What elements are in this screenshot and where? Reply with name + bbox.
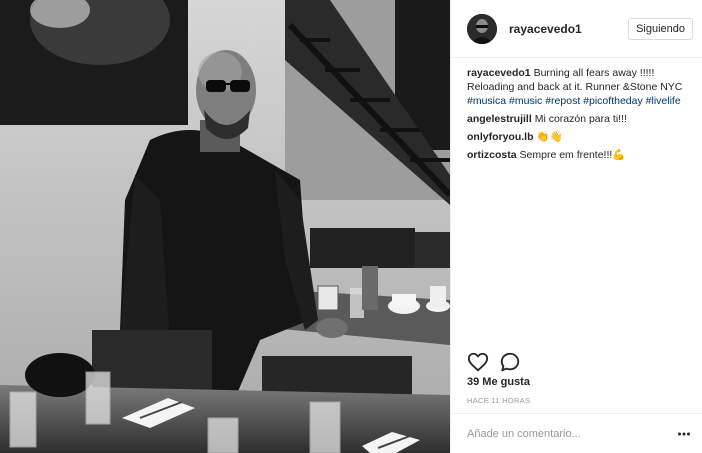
speech-bubble-icon[interactable] [499, 351, 521, 373]
avatar-image [467, 13, 497, 44]
comment-list: rayacevedo1 Burning all fears away !!!!!… [467, 66, 693, 166]
instagram-post: rayacevedo1 Siguiendo rayacevedo1 Burnin… [0, 0, 702, 453]
comment-username[interactable]: onlyforyou.lb [467, 131, 534, 143]
comment-username[interactable]: angelestrujill [467, 113, 532, 125]
likes-count[interactable]: 39 Me gusta [467, 376, 530, 388]
following-button[interactable]: Siguiendo [628, 17, 693, 40]
more-options-icon[interactable] [677, 427, 691, 441]
caption-username[interactable]: rayacevedo1 [467, 67, 531, 79]
list-item: angelestrujill Mi corazón para ti!!! [467, 112, 693, 126]
comment-username[interactable]: ortizcosta [467, 149, 517, 161]
hashtag[interactable]: #musica [467, 95, 506, 107]
comment-text: Sempre em frente!!!💪 [519, 149, 626, 161]
post-header: rayacevedo1 Siguiendo [451, 0, 702, 58]
hashtag[interactable]: #repost [545, 95, 580, 107]
black-and-white-photo [0, 0, 450, 453]
hashtag[interactable]: #picoftheday [583, 95, 643, 107]
avatar[interactable] [467, 13, 497, 44]
post-side-panel: rayacevedo1 Siguiendo rayacevedo1 Burnin… [450, 0, 702, 453]
caption: rayacevedo1 Burning all fears away !!!!!… [467, 66, 693, 108]
hashtag[interactable]: #livelife [646, 95, 681, 107]
post-username[interactable]: rayacevedo1 [509, 22, 628, 36]
action-bar [467, 351, 531, 373]
add-comment-bar [451, 413, 702, 453]
post-timestamp[interactable]: Hace 11 horas [467, 396, 530, 405]
comment-input[interactable] [467, 427, 677, 440]
post-photo[interactable] [0, 0, 450, 453]
comment-text: 👏👋 [536, 131, 563, 143]
hashtag[interactable]: #music [509, 95, 542, 107]
comment-text: Mi corazón para ti!!! [534, 113, 627, 125]
list-item: ortizcosta Sempre em frente!!!💪 [467, 148, 693, 162]
heart-icon[interactable] [467, 351, 489, 373]
list-item: onlyforyou.lb 👏👋 [467, 130, 693, 144]
